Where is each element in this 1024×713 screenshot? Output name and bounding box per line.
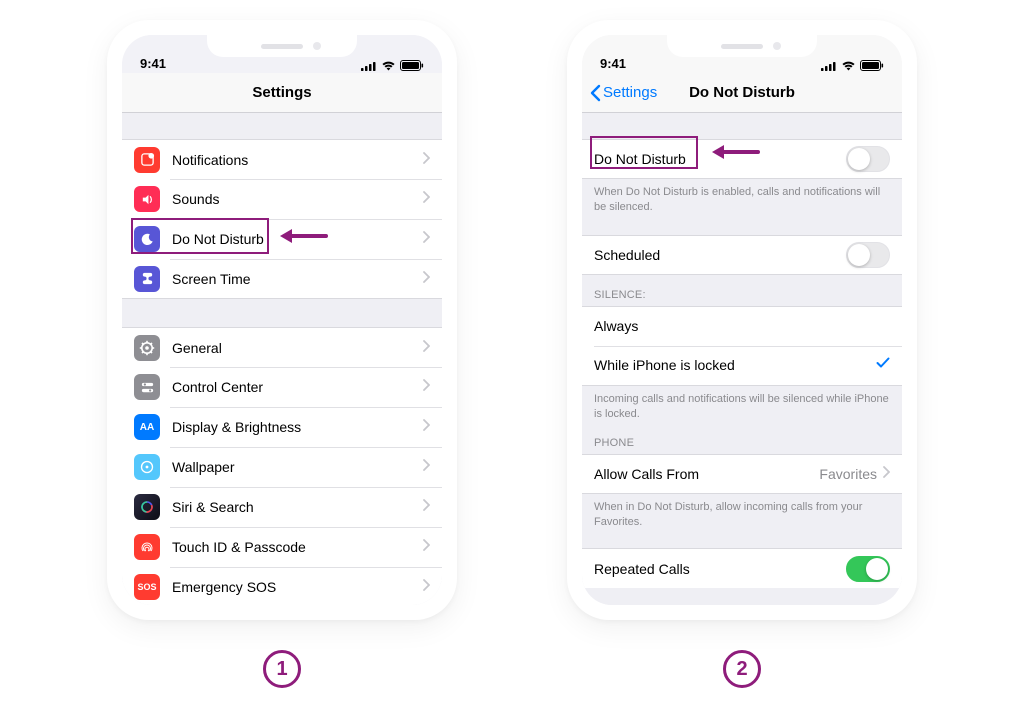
settings-list[interactable]: Notifications Sounds Do Not Disturb (122, 113, 442, 605)
chevron-right-icon (423, 378, 430, 396)
sos-icon: SOS (134, 574, 160, 600)
chevron-right-icon (423, 578, 430, 596)
footer-text: When Do Not Disturb is enabled, calls an… (582, 179, 902, 217)
row-label: Siri & Search (172, 499, 423, 515)
row-label: Display & Brightness (172, 419, 423, 435)
phone-screen: 9:41 Settings Do Not Disturb (582, 35, 902, 605)
checkmark-icon (876, 356, 890, 374)
row-do-not-disturb[interactable]: Do Not Disturb (122, 219, 442, 259)
chevron-right-icon (423, 458, 430, 476)
section-header: SILENCE: (582, 275, 902, 306)
chevron-right-icon (883, 465, 890, 483)
sounds-icon (134, 186, 160, 212)
row-scheduled[interactable]: Scheduled (582, 235, 902, 275)
row-wallpaper[interactable]: Wallpaper (122, 447, 442, 487)
nav-bar: Settings (122, 73, 442, 113)
row-general[interactable]: General (122, 327, 442, 367)
row-repeated-calls[interactable]: Repeated Calls (582, 548, 902, 588)
signal-icon (821, 61, 837, 71)
row-allow-calls-from[interactable]: Allow Calls From Favorites (582, 454, 902, 494)
row-display-brightness[interactable]: AA Display & Brightness (122, 407, 442, 447)
status-time: 9:41 (140, 56, 166, 71)
row-label: Scheduled (594, 247, 846, 263)
siri-icon (134, 494, 160, 520)
step-badge-1: 1 (263, 650, 301, 688)
row-control-center[interactable]: Control Center (122, 367, 442, 407)
step-badge-2: 2 (723, 650, 761, 688)
chevron-left-icon (590, 84, 601, 102)
phone-mockup-2: 9:41 Settings Do Not Disturb (567, 20, 917, 620)
row-label: While iPhone is locked (594, 357, 876, 373)
footer-text: Incoming calls and notifications will be… (582, 386, 902, 424)
chevron-right-icon (423, 538, 430, 556)
row-label: General (172, 340, 423, 356)
page-title: Settings (252, 84, 311, 101)
chevron-right-icon (423, 230, 430, 248)
dnd-settings[interactable]: Do Not Disturb When Do Not Disturb is en… (582, 113, 902, 605)
battery-icon (400, 60, 424, 71)
row-label: Sounds (172, 191, 423, 207)
toggle-switch[interactable] (846, 242, 890, 268)
row-label: Do Not Disturb (172, 231, 423, 247)
display-icon: AA (134, 414, 160, 440)
row-label: Control Center (172, 379, 423, 395)
phone-screen: 9:41 Settings Notifications (122, 35, 442, 605)
status-time: 9:41 (600, 56, 626, 71)
step-number: 2 (736, 658, 747, 681)
row-label: Do Not Disturb (594, 151, 846, 167)
row-label: Wallpaper (172, 459, 423, 475)
row-label: Repeated Calls (594, 561, 846, 577)
wallpaper-icon (134, 454, 160, 480)
notch (207, 35, 357, 57)
back-label: Settings (603, 84, 657, 101)
row-silence-locked[interactable]: While iPhone is locked (582, 346, 902, 386)
row-label: Screen Time (172, 271, 423, 287)
chevron-right-icon (423, 151, 430, 169)
row-dnd-toggle[interactable]: Do Not Disturb (582, 139, 902, 179)
nav-bar: Settings Do Not Disturb (582, 73, 902, 113)
row-touchid-passcode[interactable]: Touch ID & Passcode (122, 527, 442, 567)
touchid-icon (134, 534, 160, 560)
row-notifications[interactable]: Notifications (122, 139, 442, 179)
signal-icon (361, 61, 377, 71)
step-number: 1 (276, 658, 287, 681)
row-silence-always[interactable]: Always (582, 306, 902, 346)
screentime-icon (134, 266, 160, 292)
row-label: Allow Calls From (594, 466, 819, 482)
row-label: Always (594, 318, 890, 334)
wifi-icon (381, 60, 396, 71)
row-sounds[interactable]: Sounds (122, 179, 442, 219)
row-value: Favorites (819, 466, 877, 482)
wifi-icon (841, 60, 856, 71)
general-icon (134, 335, 160, 361)
toggle-switch[interactable] (846, 556, 890, 582)
chevron-right-icon (423, 498, 430, 516)
chevron-right-icon (423, 190, 430, 208)
section-header: PHONE (582, 423, 902, 454)
toggle-switch[interactable] (846, 146, 890, 172)
phone-mockup-1: 9:41 Settings Notifications (107, 20, 457, 620)
back-button[interactable]: Settings (590, 84, 657, 102)
row-emergency-sos[interactable]: SOS Emergency SOS (122, 567, 442, 605)
page-title: Do Not Disturb (689, 84, 795, 101)
notch (667, 35, 817, 57)
chevron-right-icon (423, 418, 430, 436)
chevron-right-icon (423, 339, 430, 357)
row-siri-search[interactable]: Siri & Search (122, 487, 442, 527)
footer-text: When in Do Not Disturb, allow incoming c… (582, 494, 902, 532)
row-label: Notifications (172, 152, 423, 168)
controlcenter-icon (134, 374, 160, 400)
dnd-icon (134, 226, 160, 252)
chevron-right-icon (423, 270, 430, 288)
row-screen-time[interactable]: Screen Time (122, 259, 442, 299)
notifications-icon (134, 147, 160, 173)
row-label: Touch ID & Passcode (172, 539, 423, 555)
battery-icon (860, 60, 884, 71)
row-label: Emergency SOS (172, 579, 423, 595)
